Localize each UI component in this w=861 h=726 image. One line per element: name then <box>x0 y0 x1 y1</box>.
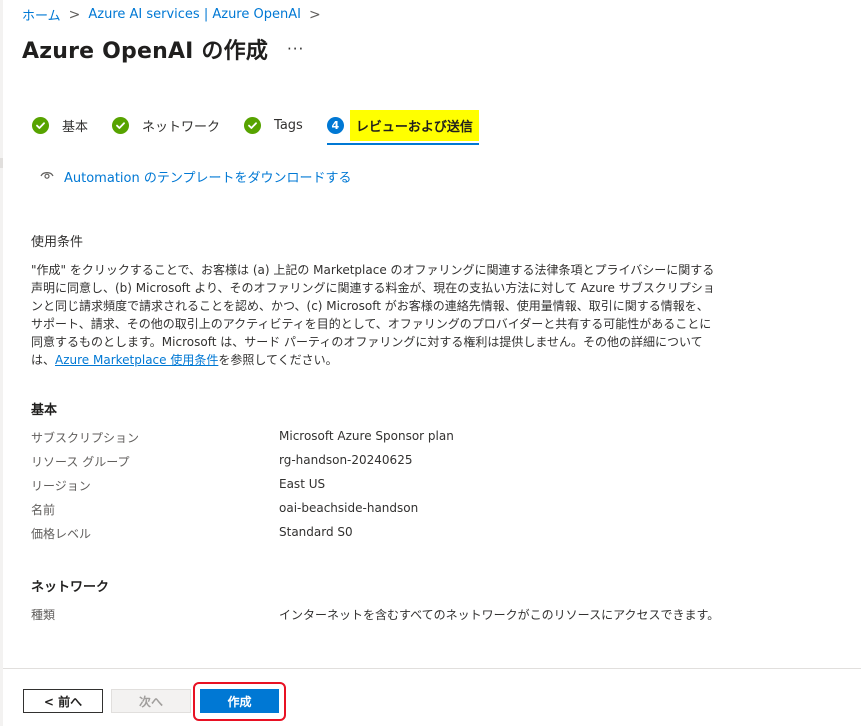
summary-row-subscription: サブスクリプション Microsoft Azure Sponsor plan <box>31 429 454 446</box>
chevron-right-icon: > <box>68 6 81 23</box>
tab-network[interactable]: ネットワーク <box>112 108 220 142</box>
next-button[interactable]: 次へ <box>111 689 191 713</box>
row-key: サブスクリプション <box>31 431 140 445</box>
tab-basics-label: 基本 <box>62 119 89 135</box>
left-edge-bar <box>0 0 3 726</box>
wizard-steps: 基本 ネットワーク Tags 4 レビューおよび送信 <box>32 108 503 145</box>
row-key: リソース グループ <box>31 455 130 469</box>
summary-row-name: 名前 oai-beachside-handson <box>31 501 418 518</box>
page-title: Azure OpenAI の作成 <box>22 39 269 64</box>
summary-row-pricing-tier: 価格レベル Standard S0 <box>31 525 353 542</box>
breadcrumb-home[interactable]: ホーム <box>22 5 61 24</box>
summary-row-region: リージョン East US <box>31 477 325 494</box>
row-value: rg-handson-20240625 <box>279 453 413 467</box>
row-key: リージョン <box>31 479 91 493</box>
checkmark-icon <box>244 116 262 134</box>
terms-paragraph: "作成" をクリックすることで、お客様は (a) 上記の Marketplace… <box>31 261 716 369</box>
summary-row-network-type: 種類 インターネットを含むすべてのネットワークがこのリソースにアクセスできます。 <box>31 606 719 623</box>
network-section-heading: ネットワーク <box>31 580 110 595</box>
terms-text-end: を参照してください。 <box>218 353 338 367</box>
checkmark-icon <box>32 116 49 134</box>
tab-review-submit-label: レビューおよび送信 <box>349 109 479 141</box>
row-value: oai-beachside-handson <box>279 501 419 515</box>
tab-tags[interactable]: Tags <box>244 108 303 142</box>
row-key: 名前 <box>31 503 56 517</box>
marketplace-terms-link[interactable]: Azure Marketplace 使用条件 <box>55 353 218 367</box>
terms-heading: 使用条件 <box>31 235 84 250</box>
tab-review-submit[interactable]: 4 レビューおよび送信 <box>326 108 479 145</box>
download-automation-template-link[interactable]: Automation のテンプレートをダウンロードする <box>40 167 351 186</box>
row-value: East US <box>279 477 326 491</box>
step-number-badge: 4 <box>326 116 344 134</box>
more-options-icon[interactable]: ··· <box>287 40 304 58</box>
chevron-right-icon: > <box>308 6 321 23</box>
terms-text-body: "作成" をクリックすることで、お客様は (a) 上記の Marketplace… <box>31 263 715 367</box>
row-key: 価格レベル <box>31 527 92 541</box>
tab-basics[interactable]: 基本 <box>32 108 88 142</box>
breadcrumb-azure-openai[interactable]: Azure AI services | Azure OpenAI <box>88 7 301 22</box>
tab-network-label: ネットワーク <box>142 119 221 135</box>
eye-icon <box>40 169 54 184</box>
row-key: 種類 <box>31 608 56 622</box>
previous-button[interactable]: < 前へ <box>23 689 103 713</box>
basics-section-heading: 基本 <box>31 403 58 418</box>
row-value: Microsoft Azure Sponsor plan <box>279 429 454 443</box>
row-value: インターネットを含むすべてのネットワークがこのリソースにアクセスできます。 <box>279 608 720 622</box>
row-value: Standard S0 <box>279 525 353 539</box>
tab-tags-label: Tags <box>274 117 303 133</box>
left-edge-marker <box>0 158 3 168</box>
footer-divider <box>3 668 861 669</box>
automation-link-label: Automation のテンプレートをダウンロードする <box>64 171 352 186</box>
checkmark-icon <box>112 116 130 134</box>
breadcrumb: ホーム > Azure AI services | Azure OpenAI > <box>22 5 329 24</box>
summary-row-resource-group: リソース グループ rg-handson-20240625 <box>31 453 412 470</box>
create-button[interactable]: 作成 <box>200 689 279 713</box>
